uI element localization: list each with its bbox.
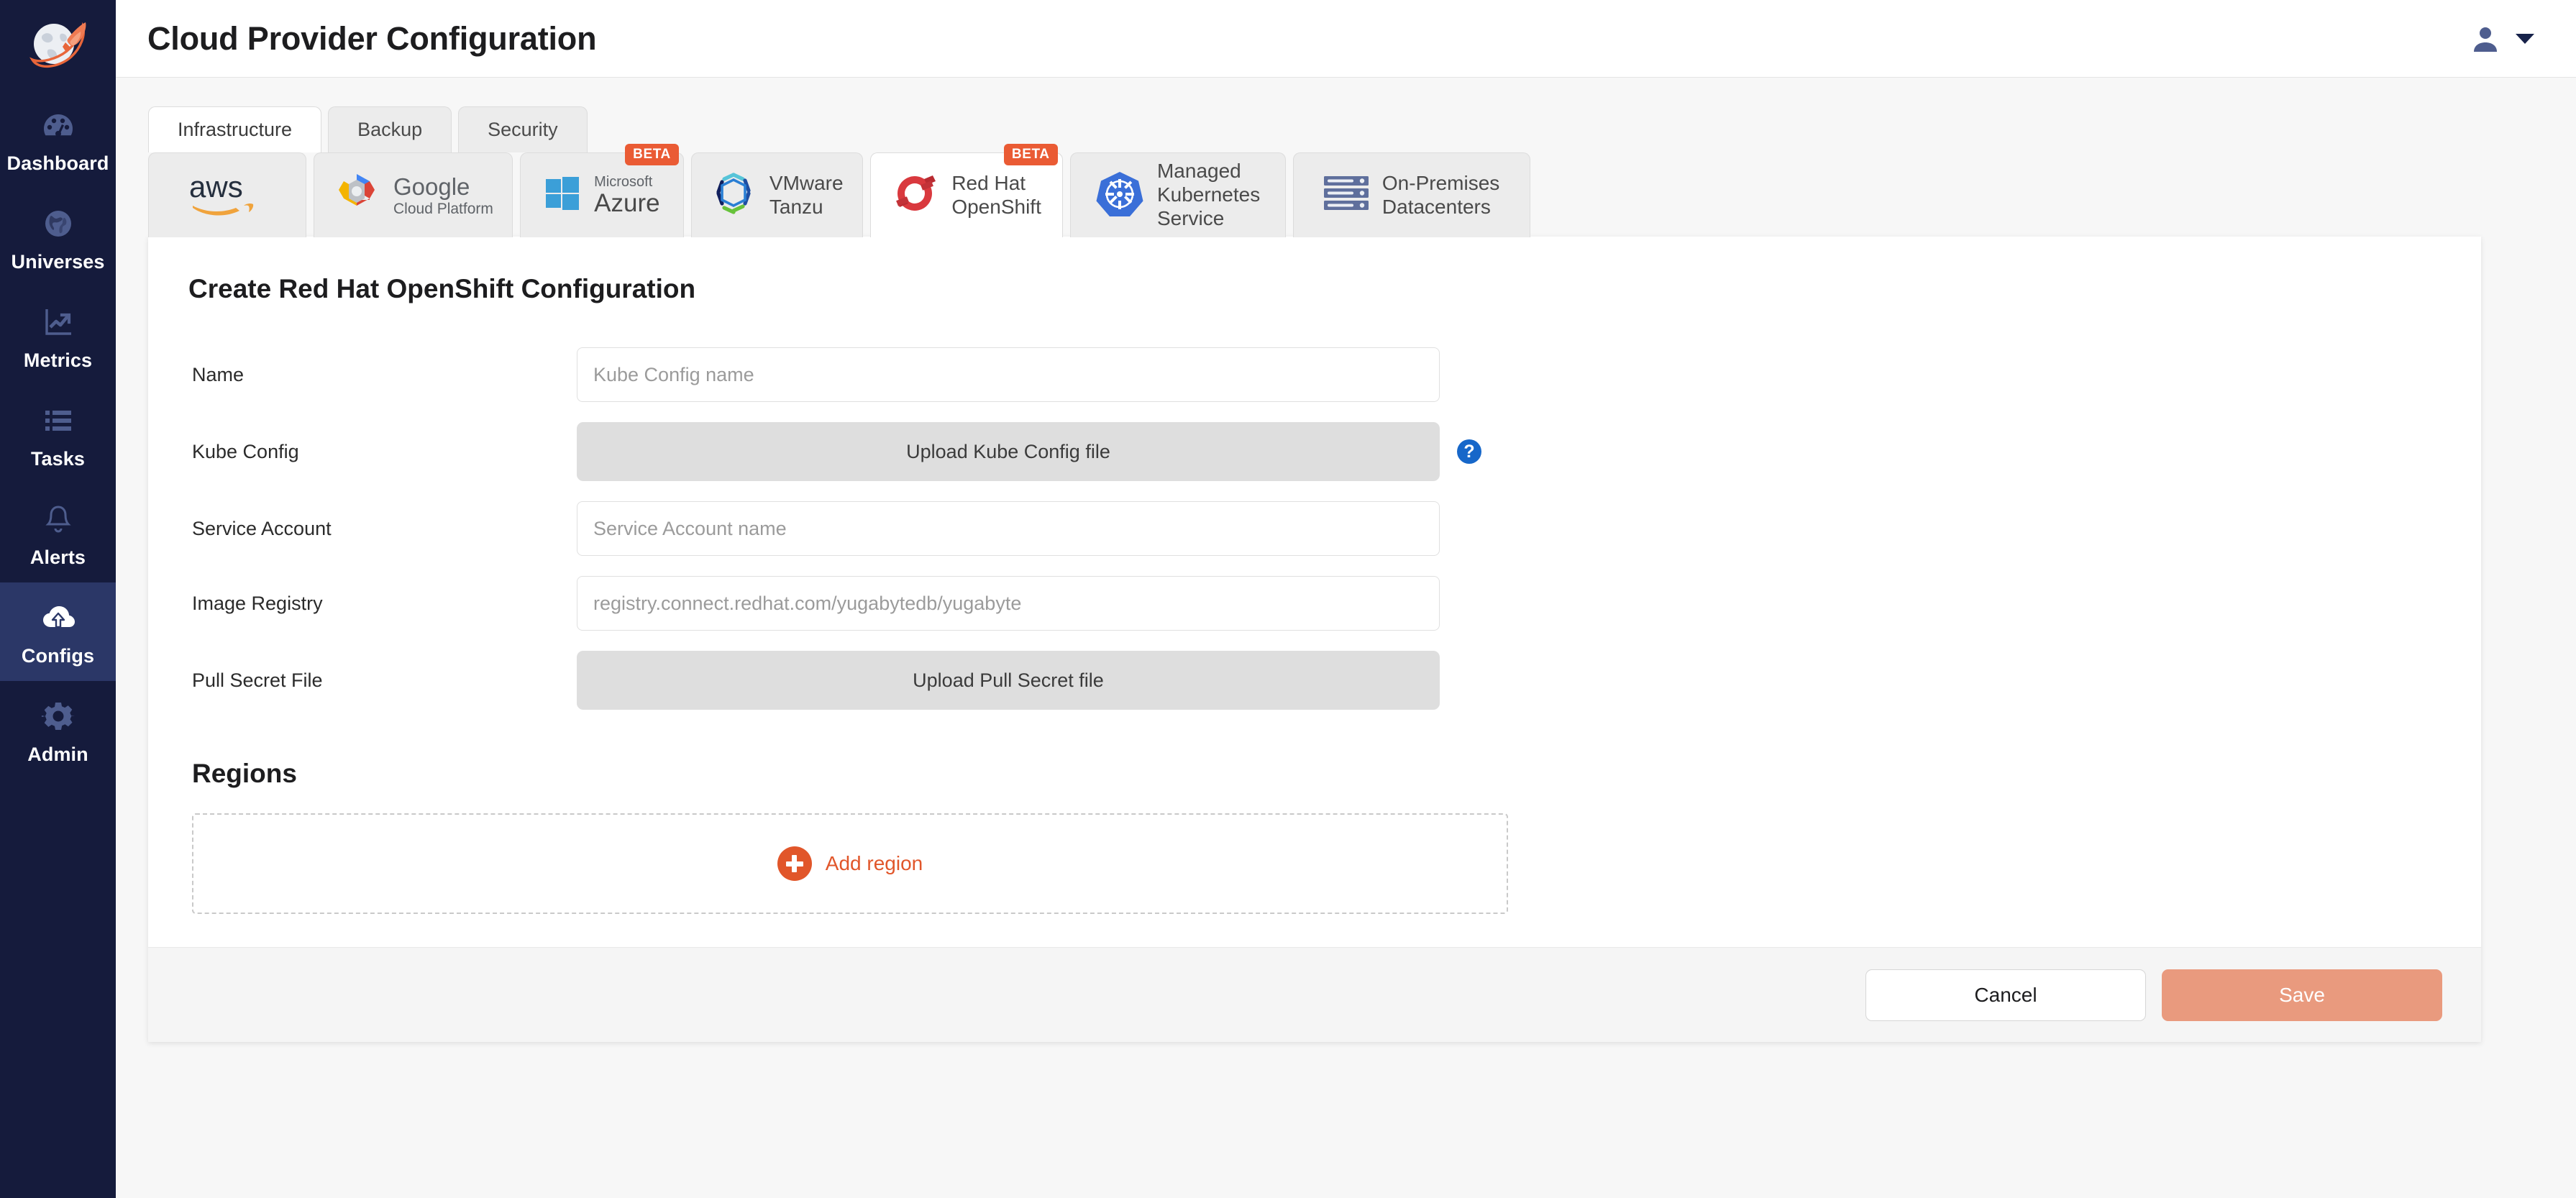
page-title: Cloud Provider Configuration xyxy=(147,20,596,58)
tab-backup[interactable]: Backup xyxy=(328,106,452,152)
image-registry-label: Image Registry xyxy=(188,593,577,615)
bell-icon xyxy=(39,500,78,539)
provider-label: VMware Tanzu xyxy=(769,172,844,219)
form-row-image-registry: Image Registry xyxy=(188,576,2441,631)
save-button[interactable]: Save xyxy=(2162,969,2442,1021)
tab-label: Security xyxy=(488,119,558,141)
azure-title: Azure xyxy=(594,191,659,216)
cloud-upload-icon xyxy=(39,598,78,637)
list-icon xyxy=(39,401,78,440)
add-region-button[interactable]: Add region xyxy=(777,846,923,881)
cancel-button[interactable]: Cancel xyxy=(1865,969,2146,1021)
provider-tab-vmware-tanzu[interactable]: VMware Tanzu xyxy=(691,152,863,237)
provider-label: Managed Kubernetes Service xyxy=(1157,160,1260,230)
pull-secret-file-label: Pull Secret File xyxy=(188,669,577,692)
sidebar-item-label: Dashboard xyxy=(7,154,109,173)
tab-infrastructure[interactable]: Infrastructure xyxy=(148,106,321,152)
gcp-title: Google xyxy=(393,175,493,198)
provider-config-panel: Create Red Hat OpenShift Configuration N… xyxy=(148,237,2481,1042)
add-region-label: Add region xyxy=(826,852,923,875)
provider-tab-managed-kubernetes[interactable]: Managed Kubernetes Service xyxy=(1070,152,1286,237)
red-hat-openshift-logo-icon xyxy=(891,170,938,221)
rocket-globe-logo-icon xyxy=(27,17,90,74)
sidebar: Dashboard Universes Metrics xyxy=(0,0,116,1198)
top-header: Cloud Provider Configuration xyxy=(116,0,2576,78)
form-row-service-account: Service Account xyxy=(188,501,2441,556)
tab-label: Infrastructure xyxy=(178,119,292,141)
name-input[interactable] xyxy=(577,347,1440,402)
image-registry-input[interactable] xyxy=(577,576,1440,631)
kubernetes-logo-icon xyxy=(1095,169,1144,221)
sidebar-item-label: Configs xyxy=(22,646,94,666)
config-tab-bar: Infrastructure Backup Security xyxy=(148,106,2576,152)
upload-kube-config-button[interactable]: Upload Kube Config file xyxy=(577,422,1440,481)
gear-icon xyxy=(39,697,78,736)
regions-heading: Regions xyxy=(192,759,2441,789)
sidebar-item-label: Tasks xyxy=(31,449,85,469)
sidebar-item-label: Alerts xyxy=(30,548,86,567)
dashboard-gauge-icon xyxy=(39,106,78,145)
provider-tab-on-premises-datacenters[interactable]: On-Premises Datacenters xyxy=(1293,152,1530,237)
user-icon[interactable] xyxy=(2470,23,2501,55)
microsoft-azure-logo-icon xyxy=(544,175,581,216)
provider-tab-gcp[interactable]: Google Cloud Platform xyxy=(314,152,513,237)
main-region: Cloud Provider Configuration Infrastruct… xyxy=(116,0,2576,1198)
sidebar-item-admin[interactable]: Admin xyxy=(0,681,116,779)
beta-badge: BETA xyxy=(625,144,679,165)
service-account-label: Service Account xyxy=(188,518,577,540)
vmware-tanzu-logo-icon xyxy=(711,170,757,220)
kube-config-label: Kube Config xyxy=(188,441,577,463)
chart-line-icon xyxy=(39,303,78,342)
form-row-kube-config: Kube Config Upload Kube Config file ? xyxy=(188,422,2441,481)
sidebar-item-label: Admin xyxy=(27,745,88,764)
sidebar-item-label: Metrics xyxy=(24,351,92,370)
beta-badge: BETA xyxy=(1004,144,1058,165)
tab-security[interactable]: Security xyxy=(458,106,588,152)
server-rack-icon xyxy=(1323,175,1369,216)
sidebar-item-universes[interactable]: Universes xyxy=(0,188,116,287)
name-label: Name xyxy=(188,364,577,386)
sidebar-item-metrics[interactable]: Metrics xyxy=(0,287,116,385)
globe-icon xyxy=(39,204,78,243)
azure-subtitle: Microsoft xyxy=(594,175,659,189)
sidebar-item-tasks[interactable]: Tasks xyxy=(0,385,116,484)
service-account-input[interactable] xyxy=(577,501,1440,556)
provider-tab-azure[interactable]: BETA Microsoft Azure xyxy=(520,152,684,237)
app-logo[interactable] xyxy=(0,0,116,90)
regions-dropzone: Add region xyxy=(192,813,1508,914)
upload-pull-secret-button[interactable]: Upload Pull Secret file xyxy=(577,651,1440,710)
sidebar-item-configs[interactable]: Configs xyxy=(0,582,116,681)
header-actions xyxy=(2470,23,2544,55)
form-heading: Create Red Hat OpenShift Configuration xyxy=(188,274,2441,304)
sidebar-item-label: Universes xyxy=(12,252,105,272)
panel-footer: Cancel Save xyxy=(148,947,2481,1042)
form-row-name: Name xyxy=(188,347,2441,402)
plus-circle-icon xyxy=(777,846,812,881)
content-area: Infrastructure Backup Security aws xyxy=(116,78,2576,1198)
provider-tab-aws[interactable]: aws xyxy=(148,152,306,237)
provider-tab-bar: aws xyxy=(148,152,2576,237)
provider-label: Red Hat OpenShift xyxy=(951,172,1041,219)
form-row-pull-secret-file: Pull Secret File Upload Pull Secret file xyxy=(188,651,2441,710)
aws-logo-icon: aws xyxy=(187,170,268,221)
sidebar-item-alerts[interactable]: Alerts xyxy=(0,484,116,582)
tab-label: Backup xyxy=(357,119,422,141)
google-cloud-platform-logo-icon xyxy=(333,170,380,221)
question-mark-icon[interactable]: ? xyxy=(1457,439,1481,464)
provider-tab-red-hat-openshift[interactable]: BETA Red Hat OpenShift xyxy=(870,152,1063,237)
chevron-down-icon[interactable] xyxy=(2516,34,2534,44)
svg-text:aws: aws xyxy=(189,170,243,204)
gcp-subtitle: Cloud Platform xyxy=(393,201,493,216)
app-root: Dashboard Universes Metrics xyxy=(0,0,2576,1198)
provider-label: On-Premises Datacenters xyxy=(1382,172,1499,219)
sidebar-item-dashboard[interactable]: Dashboard xyxy=(0,90,116,188)
panel-body: Create Red Hat OpenShift Configuration N… xyxy=(148,237,2481,947)
